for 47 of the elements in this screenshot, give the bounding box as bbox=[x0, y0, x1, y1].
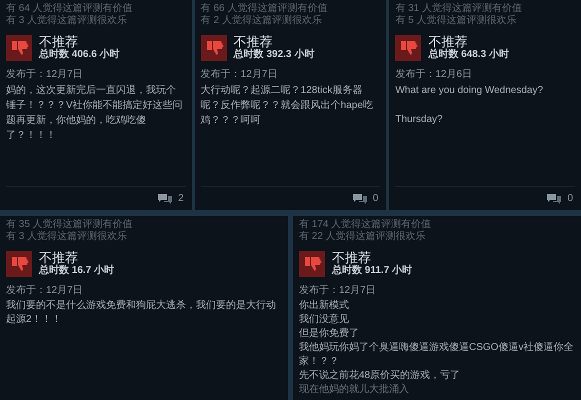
thumbs-down-icon bbox=[395, 35, 422, 61]
post-date: 发布于：12月7日 bbox=[200, 69, 278, 81]
thumbs-down-icon bbox=[200, 35, 227, 61]
playtime: 总时数 392.3 小时 bbox=[234, 49, 314, 61]
thumbs-down-icon bbox=[299, 251, 325, 277]
post-date: 发布于：12月7日 bbox=[6, 285, 84, 297]
funny-count: 有 3 人觉得这篇评测很欢乐 bbox=[6, 15, 128, 27]
playtime: 总时数 406.6 小时 bbox=[39, 49, 120, 61]
helpful-count: 有 31 人觉得这篇评测有价值 bbox=[395, 3, 524, 14]
playtime: 总时数 16.7 小时 bbox=[39, 265, 114, 277]
helpful-count: 有 35 人觉得这篇评测有价值 bbox=[6, 219, 134, 230]
thumbs-down-icon bbox=[6, 251, 32, 277]
post-date: 发布于：12月7日 bbox=[299, 285, 377, 297]
thumbs-down-icon bbox=[6, 35, 32, 61]
verdict-label: 不推荐 bbox=[332, 251, 372, 265]
funny-count: 有 5 人觉得这篇评测很欢乐 bbox=[395, 15, 518, 27]
post-date: 发布于：12月6日 bbox=[395, 69, 474, 81]
review-text: 大行动呢？起源二呢？128tick服务器呢？反作弊呢？？就会跟风出个hape吃鸡？？？呵呵 bbox=[200, 84, 374, 128]
review-text: 我们要的不是什么游戏免费和狗屁大逃杀，我们要的是大行动起源2！！！ bbox=[6, 299, 277, 327]
funny-count: 有 22 人觉得这篇评测很欢乐 bbox=[299, 231, 427, 243]
funny-count: 有 2 人觉得这篇评测很欢乐 bbox=[200, 15, 323, 27]
review-text: 先不说之前花48原价买的游戏，亏了 bbox=[299, 369, 462, 383]
comment-icon[interactable] bbox=[352, 192, 367, 204]
verdict-label: 不推荐 bbox=[428, 35, 468, 49]
review-text: 我他妈玩你妈了个臭逼嗨傻逼游戏傻逼CSGO傻逼v社傻逼你全家！？？ bbox=[299, 341, 574, 369]
playtime: 总时数 911.7 小时 bbox=[332, 265, 412, 277]
review-text: 我们没意见 bbox=[299, 313, 350, 327]
playtime: 总时数 648.3 小时 bbox=[428, 49, 509, 61]
post-date: 发布于：12月7日 bbox=[6, 69, 84, 81]
verdict-label: 不推荐 bbox=[39, 251, 79, 265]
comment-count: 0 bbox=[372, 192, 378, 206]
helpful-count: 有 174 人觉得这篇评测有价值 bbox=[299, 219, 432, 230]
comment-icon[interactable] bbox=[158, 192, 172, 204]
verdict-label: 不推荐 bbox=[234, 35, 274, 49]
review-text: 但是你免费了 bbox=[299, 327, 360, 341]
review-text: 现在他妈的就儿大批涌入 bbox=[299, 383, 410, 397]
helpful-count: 有 64 人觉得这篇评测有价值 bbox=[6, 3, 134, 14]
comment-count: 2 bbox=[178, 192, 184, 206]
review-text: 你出新模式 bbox=[299, 299, 350, 313]
helpful-count: 有 66 人觉得这篇评测有价值 bbox=[200, 3, 328, 14]
funny-count: 有 3 人觉得这篇评测很欢乐 bbox=[6, 231, 128, 243]
comment-count: 0 bbox=[567, 192, 574, 206]
verdict-label: 不推荐 bbox=[39, 35, 79, 49]
review-text: 妈的，这次更新完后一直闪退，我玩个锤子！？？？V社你能不能搞定好这些问题再更新，你他妈的，吃鸡吃傻了？！！！ bbox=[6, 84, 184, 143]
comment-icon[interactable] bbox=[547, 192, 562, 204]
review-text: Thursday? bbox=[395, 113, 444, 127]
review-text: What are you doing Wednesday? bbox=[395, 84, 544, 98]
